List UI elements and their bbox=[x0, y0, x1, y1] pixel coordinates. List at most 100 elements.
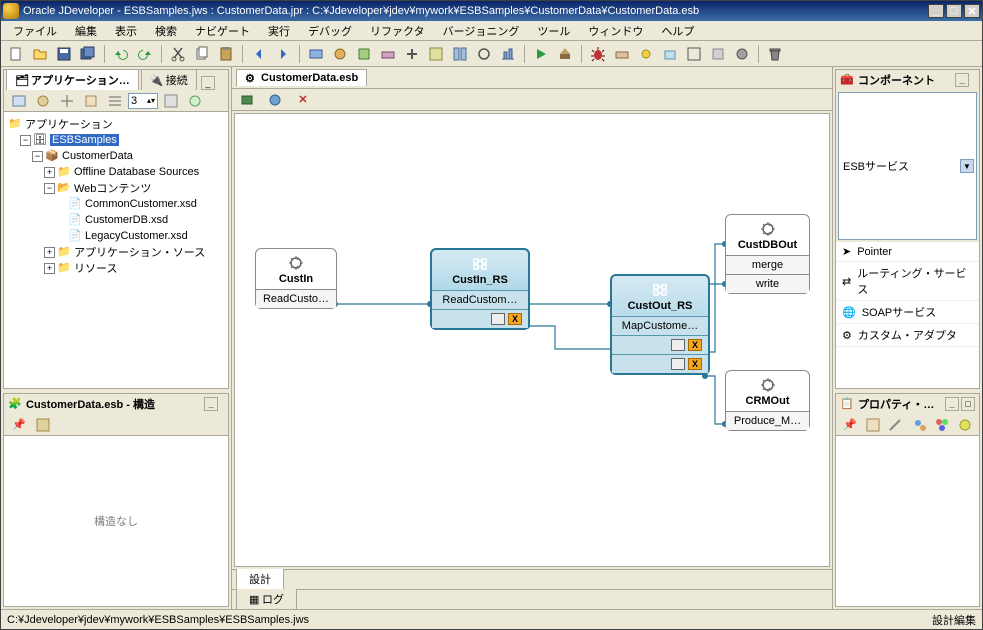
esb-node-custout-rs[interactable]: CustOut_RS MapCustome… X X bbox=[610, 274, 710, 375]
nav-tool-button[interactable] bbox=[56, 90, 78, 112]
tool-icon[interactable] bbox=[401, 43, 423, 65]
esb-rule-row[interactable]: X bbox=[432, 309, 528, 328]
tree-item[interactable]: CustomerDB.xsd bbox=[85, 214, 168, 226]
debug-button[interactable] bbox=[587, 43, 609, 65]
footer-tab-log[interactable]: ▦ログ bbox=[236, 589, 297, 610]
pin-button[interactable]: 📌 bbox=[8, 414, 30, 436]
pin-button[interactable]: 📌 bbox=[840, 414, 861, 436]
menu-tools[interactable]: ツール bbox=[529, 21, 578, 41]
prop-tool-button[interactable] bbox=[885, 414, 906, 436]
save-all-button[interactable] bbox=[77, 43, 99, 65]
editor-tab[interactable]: ⚙CustomerData.esb bbox=[236, 69, 367, 86]
tree-item[interactable]: Offline Database Sources bbox=[74, 166, 199, 178]
menu-versioning[interactable]: バージョニング bbox=[435, 21, 528, 41]
component-combo[interactable]: ESBサービス▼ bbox=[838, 92, 977, 240]
prop-tool-button[interactable] bbox=[910, 414, 931, 436]
close-button[interactable]: ✕ bbox=[964, 4, 980, 18]
esb-operation[interactable]: ReadCusto… bbox=[256, 289, 336, 308]
prop-tool-button[interactable] bbox=[932, 414, 953, 436]
make-button[interactable] bbox=[554, 43, 576, 65]
nav-tool-button[interactable] bbox=[104, 90, 126, 112]
canvas-delete-button[interactable]: ✕ bbox=[292, 89, 314, 111]
back-button[interactable] bbox=[248, 43, 270, 65]
tool-icon[interactable] bbox=[683, 43, 705, 65]
tool-icon[interactable] bbox=[329, 43, 351, 65]
undo-button[interactable] bbox=[110, 43, 132, 65]
forward-button[interactable] bbox=[272, 43, 294, 65]
esb-node-crmout[interactable]: CRMOut Produce_M… bbox=[725, 370, 810, 431]
canvas-tool-button[interactable] bbox=[264, 89, 286, 111]
tab-connections[interactable]: 🔌接続 bbox=[141, 69, 197, 90]
cut-button[interactable] bbox=[167, 43, 189, 65]
panel-collapse-button[interactable]: _ bbox=[204, 397, 218, 411]
menu-file[interactable]: ファイル bbox=[5, 21, 65, 41]
tool-icon[interactable] bbox=[377, 43, 399, 65]
esb-rule-row[interactable]: X bbox=[612, 354, 708, 373]
esb-operation[interactable]: ReadCustom… bbox=[432, 290, 528, 309]
copy-button[interactable] bbox=[191, 43, 213, 65]
tool-icon[interactable] bbox=[659, 43, 681, 65]
tab-applications[interactable]: 🗂アプリケーション… bbox=[6, 69, 139, 90]
nav-tool-button[interactable] bbox=[184, 90, 206, 112]
redo-button[interactable] bbox=[134, 43, 156, 65]
tool-icon[interactable] bbox=[731, 43, 753, 65]
esb-operation[interactable]: write bbox=[726, 274, 809, 293]
nav-tool-button[interactable] bbox=[32, 90, 54, 112]
minimize-button[interactable]: _ bbox=[928, 4, 944, 18]
paste-button[interactable] bbox=[215, 43, 237, 65]
tool-icon[interactable] bbox=[305, 43, 327, 65]
tool-icon[interactable] bbox=[353, 43, 375, 65]
tool-icon[interactable] bbox=[635, 43, 657, 65]
tree-item[interactable]: アプリケーション・ソース bbox=[74, 244, 205, 260]
tree-toggle[interactable]: + bbox=[44, 167, 55, 178]
tree-item[interactable]: Webコンテンツ bbox=[74, 180, 151, 196]
struct-tool-button[interactable] bbox=[32, 414, 54, 436]
esb-operation[interactable]: Produce_M… bbox=[726, 411, 809, 430]
component-item-pointer[interactable]: ➤Pointer bbox=[836, 242, 979, 262]
menu-view[interactable]: 表示 bbox=[107, 21, 145, 41]
esb-node-custin[interactable]: CustIn ReadCusto… bbox=[255, 248, 337, 309]
menu-edit[interactable]: 編集 bbox=[67, 21, 105, 41]
esb-node-custin-rs[interactable]: CustIn_RS ReadCustom… X bbox=[430, 248, 530, 330]
menu-run[interactable]: 実行 bbox=[260, 21, 298, 41]
esb-node-custdbout[interactable]: CustDBOut merge write bbox=[725, 214, 810, 294]
new-button[interactable] bbox=[5, 43, 27, 65]
component-item-soap[interactable]: 🌐SOAPサービス bbox=[836, 301, 979, 324]
tool-icon[interactable] bbox=[449, 43, 471, 65]
tool-icon[interactable] bbox=[473, 43, 495, 65]
maximize-button[interactable]: □ bbox=[946, 4, 962, 18]
tool-icon[interactable] bbox=[497, 43, 519, 65]
menu-navigate[interactable]: ナビゲート bbox=[187, 21, 258, 41]
menu-refactor[interactable]: リファクタ bbox=[362, 21, 433, 41]
tree-item-workspace[interactable]: ESBSamples bbox=[50, 134, 119, 146]
component-item-adapter[interactable]: ⚙カスタム・アダプタ bbox=[836, 324, 979, 347]
esb-rule-row[interactable]: X bbox=[612, 335, 708, 354]
run-button[interactable] bbox=[530, 43, 552, 65]
panel-restore-button[interactable]: □ bbox=[961, 397, 975, 411]
esb-operation[interactable]: MapCustome… bbox=[612, 316, 708, 335]
canvas-tool-button[interactable] bbox=[236, 89, 258, 111]
esb-operation[interactable]: merge bbox=[726, 255, 809, 274]
tree-toggle[interactable]: − bbox=[44, 183, 55, 194]
tree-item[interactable]: CommonCustomer.xsd bbox=[85, 198, 197, 210]
tree-toggle[interactable]: + bbox=[44, 263, 55, 274]
menu-help[interactable]: ヘルプ bbox=[653, 21, 702, 41]
prop-tool-button[interactable] bbox=[955, 414, 976, 436]
tool-icon[interactable] bbox=[425, 43, 447, 65]
tree-item[interactable]: リソース bbox=[74, 260, 117, 276]
application-tree[interactable]: 📁アプリケーション −🗄ESBSamples −📦CustomerData +📁… bbox=[4, 112, 228, 280]
panel-collapse-button[interactable]: _ bbox=[955, 73, 969, 87]
save-button[interactable] bbox=[53, 43, 75, 65]
tree-toggle[interactable]: + bbox=[44, 247, 55, 258]
menu-debug[interactable]: デバッグ bbox=[300, 21, 360, 41]
esb-canvas[interactable]: CustIn ReadCusto… CustIn_RS ReadCustom… … bbox=[235, 114, 829, 566]
tool-icon[interactable] bbox=[611, 43, 633, 65]
open-button[interactable] bbox=[29, 43, 51, 65]
menu-search[interactable]: 検索 bbox=[147, 21, 185, 41]
tree-item-project[interactable]: CustomerData bbox=[62, 150, 133, 162]
titlebar[interactable]: Oracle JDeveloper - ESBSamples.jws : Cus… bbox=[1, 1, 982, 21]
menu-window[interactable]: ウィンドウ bbox=[580, 21, 651, 41]
tree-toggle[interactable]: − bbox=[32, 151, 43, 162]
tree-item[interactable]: LegacyCustomer.xsd bbox=[85, 230, 188, 242]
tool-icon[interactable] bbox=[707, 43, 729, 65]
